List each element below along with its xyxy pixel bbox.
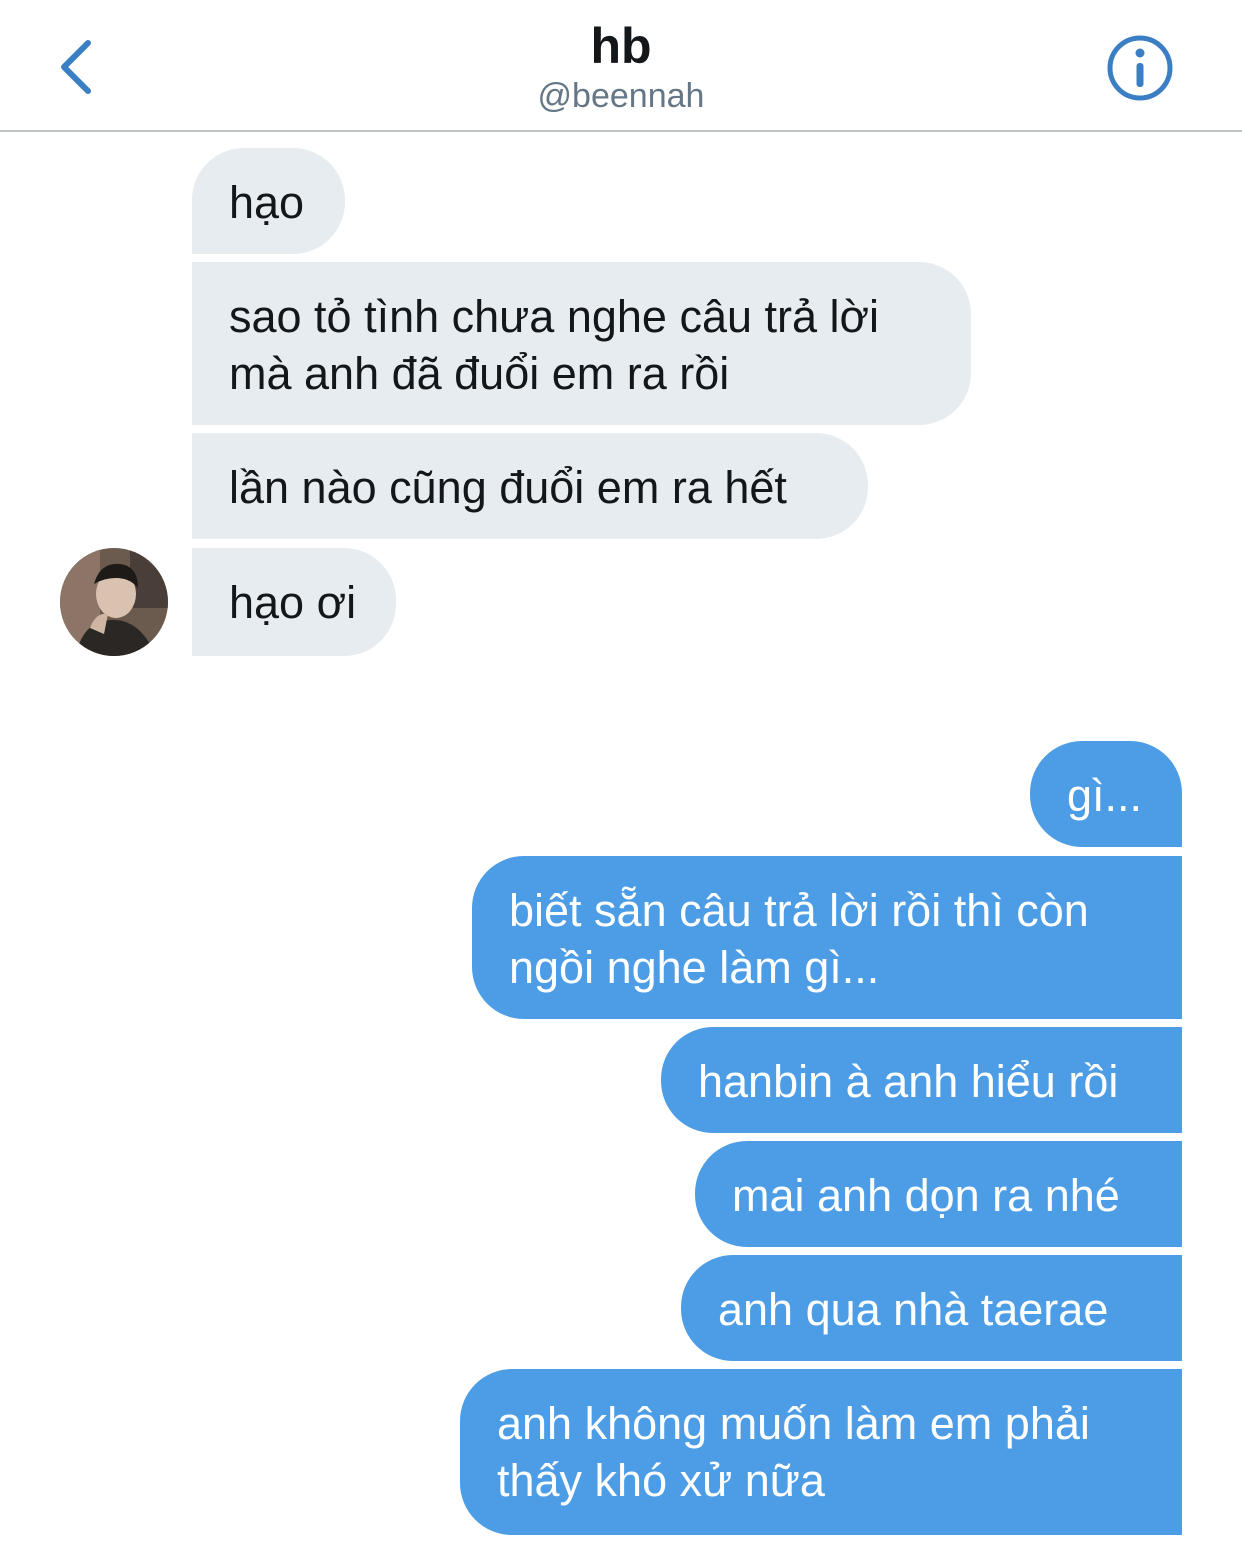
avatar-image xyxy=(60,548,168,656)
message-text: mai anh dọn ra nhé xyxy=(732,1170,1120,1221)
conversation-title-block[interactable]: hb @beennah xyxy=(0,14,1242,116)
conversation-title: hb xyxy=(590,18,652,74)
info-button[interactable] xyxy=(1104,32,1176,104)
message-text: anh qua nhà taerae xyxy=(718,1284,1109,1335)
sent-message[interactable]: biết sẵn câu trả lời rồi thì còn ngồi ng… xyxy=(472,856,1182,1019)
received-message[interactable]: hạo xyxy=(192,148,345,254)
message-text-line: sao tỏ tình chưa nghe câu trả lời xyxy=(229,291,880,342)
sent-message[interactable]: hanbin à anh hiểu rồi xyxy=(661,1027,1182,1133)
conversation-handle: @beennah xyxy=(537,77,705,115)
message-text-line: ngồi nghe làm gì... xyxy=(509,942,880,993)
message-text-line: anh không muốn làm em phải xyxy=(497,1398,1090,1449)
message-text: lần nào cũng đuổi em ra hết xyxy=(229,462,787,513)
sent-message[interactable]: anh không muốn làm em phải thấy khó xử n… xyxy=(460,1369,1182,1535)
sent-message[interactable]: anh qua nhà taerae xyxy=(681,1255,1182,1361)
received-message[interactable]: lần nào cũng đuổi em ra hết xyxy=(192,433,868,539)
message-text: hạo ơi xyxy=(229,577,357,628)
info-icon xyxy=(1107,35,1173,101)
sent-message[interactable]: mai anh dọn ra nhé xyxy=(695,1141,1182,1247)
received-message[interactable]: hạo ơi xyxy=(192,548,396,656)
message-text-line: biết sẵn câu trả lời rồi thì còn xyxy=(509,885,1089,936)
message-text: hanbin à anh hiểu rồi xyxy=(698,1056,1119,1107)
conversation-header: hb @beennah xyxy=(0,0,1242,132)
message-text: hạo xyxy=(229,177,305,228)
message-text: gì... xyxy=(1067,770,1143,821)
message-text-line: thấy khó xử nữa xyxy=(497,1455,825,1506)
message-text-line: mà anh đã đuổi em ra rồi xyxy=(229,348,730,399)
received-message[interactable]: sao tỏ tình chưa nghe câu trả lời mà anh… xyxy=(192,262,971,425)
sender-avatar[interactable] xyxy=(60,548,168,656)
sent-message[interactable]: gì... xyxy=(1030,741,1182,847)
